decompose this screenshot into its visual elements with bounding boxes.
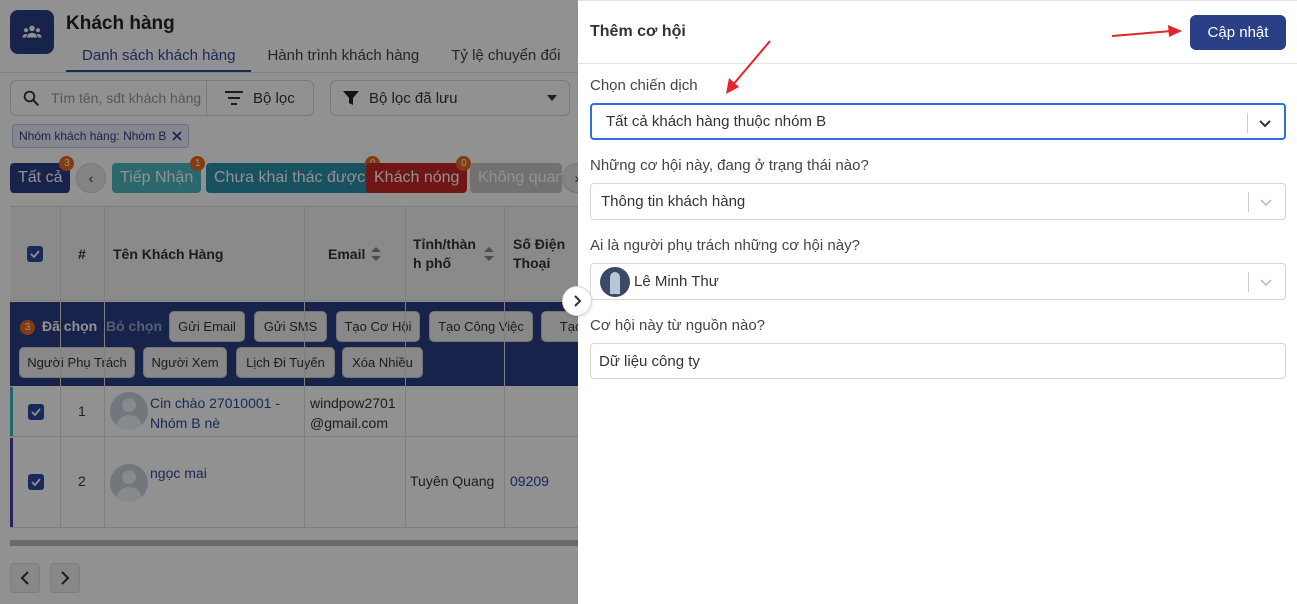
customer-page: Khách hàng Danh sách khách hàng Hành trì…: [0, 0, 578, 604]
source-label: Cơ hội này từ nguồn nào?: [590, 317, 765, 334]
add-opportunity-drawer: Thêm cơ hội Cập nhật Chọn chiến dịch Tất…: [578, 0, 1297, 604]
owner-label: Ai là người phụ trách những cơ hội này?: [590, 237, 860, 254]
chevron-down-icon: [1260, 199, 1272, 207]
status-value: Thông tin khách hàng: [601, 193, 746, 210]
status-select[interactable]: Thông tin khách hàng: [590, 183, 1286, 220]
owner-select[interactable]: Lê Minh Thư: [590, 263, 1286, 300]
select-divider: [1248, 272, 1249, 292]
source-input[interactable]: Dữ liệu công ty: [590, 343, 1286, 379]
chevron-right-icon: [574, 295, 582, 307]
select-divider: [1247, 113, 1248, 133]
chevron-down-icon: [1260, 279, 1272, 287]
drawer-header-divider: [578, 63, 1297, 64]
status-label: Những cơ hội này, đang ở trạng thái nào?: [590, 157, 869, 174]
campaign-value: Tất cả khách hàng thuộc nhóm B: [606, 113, 827, 130]
campaign-select[interactable]: Tất cả khách hàng thuộc nhóm B: [590, 103, 1286, 140]
chevron-down-icon: [1259, 120, 1271, 128]
owner-value: Lê Minh Thư: [634, 273, 719, 290]
update-button[interactable]: Cập nhật: [1190, 15, 1286, 50]
drawer-title: Thêm cơ hội: [590, 23, 686, 40]
select-divider: [1248, 192, 1249, 212]
modal-backdrop[interactable]: [0, 0, 578, 604]
campaign-label: Chọn chiến dịch: [590, 77, 698, 94]
collapse-drawer-button[interactable]: [562, 286, 592, 316]
user-avatar: [600, 266, 630, 297]
